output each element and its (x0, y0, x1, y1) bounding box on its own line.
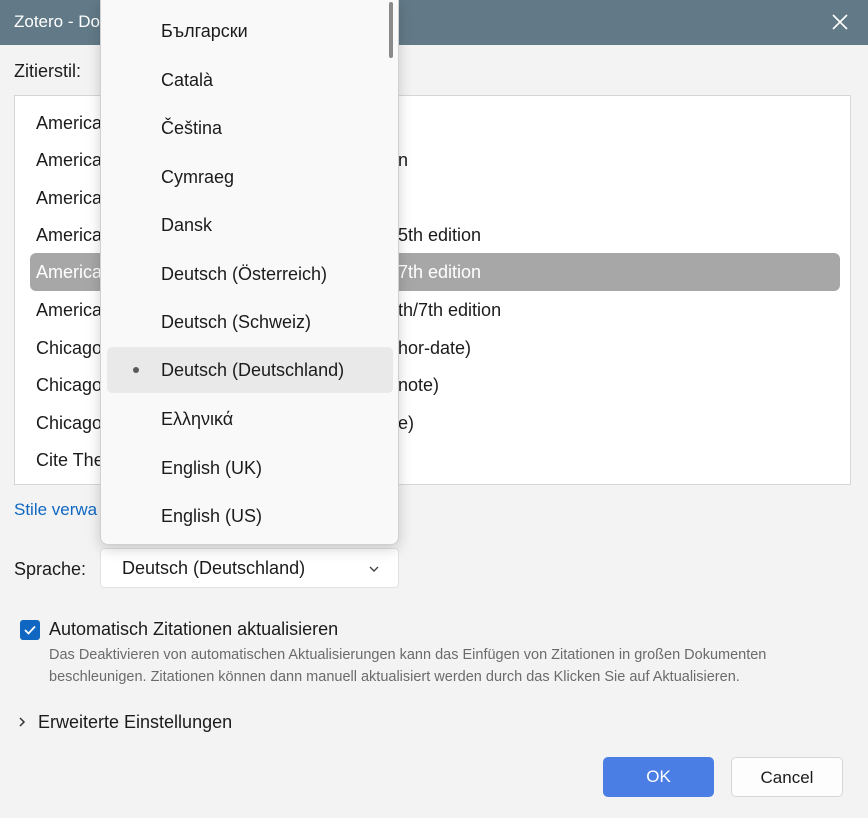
style-row-name: America (36, 300, 103, 320)
language-option-label: Deutsch (Schweiz) (161, 312, 312, 332)
style-row-name: America (36, 150, 103, 170)
style-row-name: Chicago (36, 338, 103, 358)
style-row-name: America (36, 225, 103, 245)
language-option-label: Dansk (161, 215, 213, 235)
language-option-label: Català (161, 70, 214, 90)
language-label: Sprache: (14, 559, 87, 579)
manage-styles-link[interactable]: Stile verwa (14, 500, 97, 520)
language-option-current[interactable]: Deutsch (Deutschland) (107, 347, 393, 393)
style-row-suffix: e) (398, 413, 415, 433)
language-option-label: Cymraeg (161, 167, 235, 187)
style-row-suffix: n (398, 150, 409, 170)
auto-update-checkbox[interactable] (20, 620, 40, 640)
checkmark-icon (24, 625, 36, 635)
style-row-suffix: 5th edition (398, 225, 482, 245)
language-option[interactable]: Ελληνικά (107, 396, 393, 442)
ok-button[interactable]: OK (603, 757, 714, 797)
window-title: Zotero - Do (14, 12, 100, 31)
language-option-label: Čeština (161, 118, 223, 138)
language-option[interactable]: Čeština (107, 105, 393, 151)
language-option[interactable]: Dansk (107, 202, 393, 248)
language-option[interactable]: Cymraeg (107, 154, 393, 200)
style-row-name: America (36, 262, 103, 282)
chevron-right-icon (19, 717, 26, 727)
auto-update-label: Automatisch Zitationen aktualisieren (49, 619, 339, 639)
close-icon[interactable] (830, 12, 850, 32)
advanced-settings-label: Erweiterte Einstellungen (38, 712, 233, 732)
chevron-down-icon (368, 562, 380, 574)
language-option[interactable]: Català (107, 57, 393, 103)
language-option[interactable]: English (US) (107, 493, 393, 539)
citation-style-label: Zitierstil: (14, 61, 81, 81)
cancel-button[interactable]: Cancel (731, 757, 843, 797)
language-option[interactable]: Deutsch (Schweiz) (107, 299, 393, 345)
language-option-label: Ελληνικά (161, 409, 234, 429)
style-row-name: Chicago (36, 413, 103, 433)
language-option-label: Български (161, 21, 248, 41)
style-row-suffix: th/7th edition (398, 300, 502, 320)
language-option[interactable]: English (UK) (107, 445, 393, 491)
style-row-name: Cite The (36, 450, 104, 470)
language-option-label: English (US) (161, 506, 263, 526)
style-row-name: America (36, 188, 103, 208)
style-row-suffix: note) (398, 375, 440, 395)
dropdown-scrollbar[interactable] (389, 2, 393, 58)
language-dropdown[interactable]: Български Català Čeština Cymraeg Dansk D… (100, 0, 399, 545)
style-row-name: America (36, 113, 103, 133)
style-row-suffix: hor-date) (398, 338, 472, 358)
bullet-icon (133, 367, 139, 373)
language-select[interactable]: Deutsch (Deutschland) (100, 548, 399, 588)
language-option[interactable]: Deutsch (Österreich) (107, 251, 393, 297)
language-option-label: Deutsch (Österreich) (161, 264, 328, 284)
language-option-label: Deutsch (Deutschland) (161, 360, 345, 380)
style-row-name: Chicago (36, 375, 103, 395)
language-option[interactable]: Български (107, 8, 393, 54)
auto-update-description: Das Deaktivieren von automatischen Aktua… (49, 647, 767, 685)
language-select-value: Deutsch (Deutschland) (122, 558, 306, 578)
style-row-suffix: 7th edition (398, 262, 482, 282)
language-option-label: English (UK) (161, 458, 263, 478)
